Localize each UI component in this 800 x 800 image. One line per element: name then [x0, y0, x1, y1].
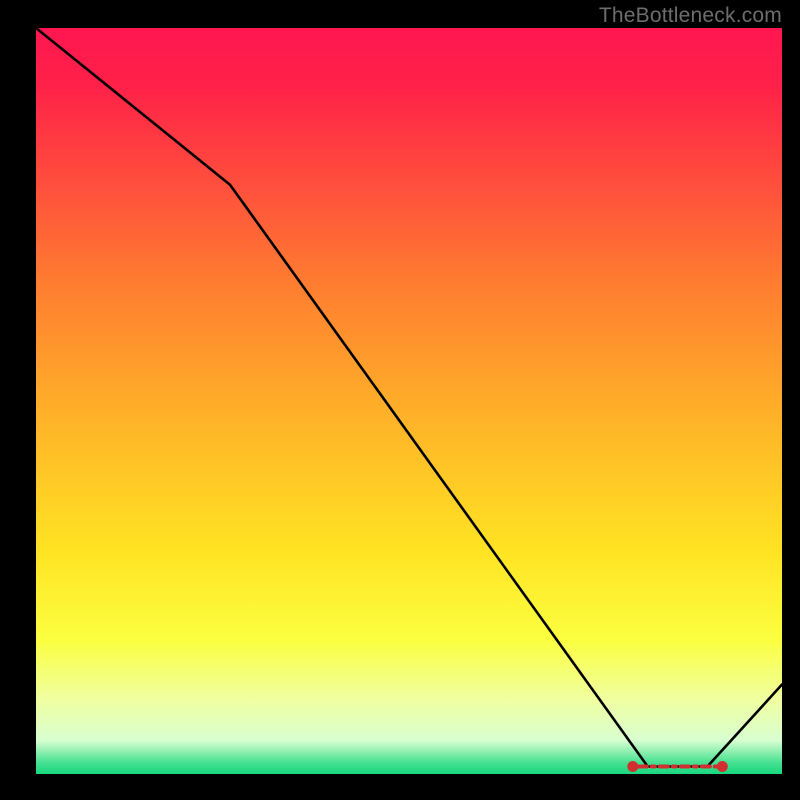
chart-frame: [36, 28, 782, 774]
watermark-text: TheBottleneck.com: [599, 4, 782, 28]
chart-curve: [36, 28, 782, 767]
chart-line-overlay: [36, 28, 782, 774]
